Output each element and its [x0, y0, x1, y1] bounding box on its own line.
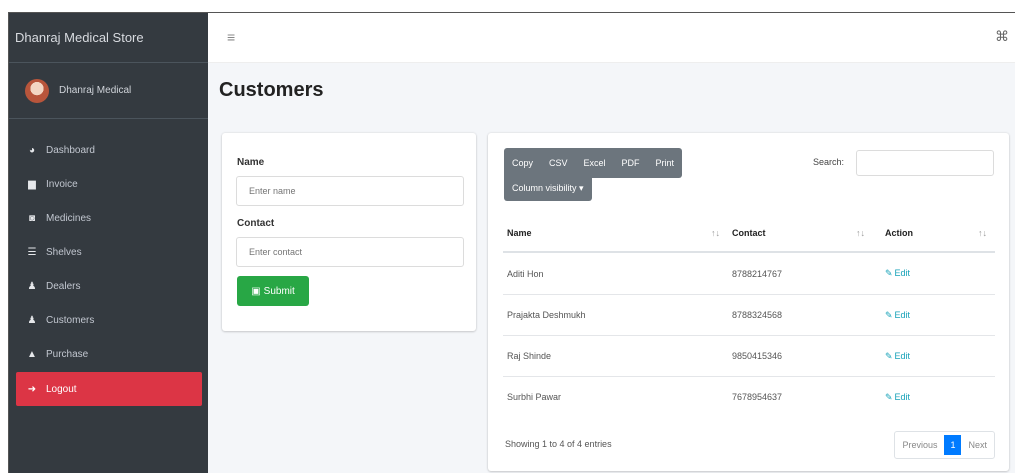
cell-contact: 8788324568: [732, 310, 783, 320]
dashboard-icon: ◕: [28, 144, 36, 156]
csv-button[interactable]: CSV: [541, 148, 576, 178]
cell-name: Surbhi Pawar: [507, 392, 562, 402]
shelves-icon: ☰: [27, 246, 37, 258]
edit-icon: ✎: [885, 309, 893, 320]
column-header-label: Name: [507, 228, 532, 238]
edit-label: Edit: [894, 350, 911, 361]
edit-link[interactable]: ✎ Edit: [873, 392, 995, 403]
search-input[interactable]: [856, 150, 994, 176]
edit-icon: ✎: [885, 391, 893, 402]
table-row: Aditi Hon 8788214767 ✎ Edit: [503, 253, 995, 294]
menu-toggle-icon[interactable]: ≡: [227, 29, 235, 45]
sort-icon: ↑↓: [856, 228, 865, 238]
sidebar-item-label: Medicines: [46, 212, 92, 224]
sidebar-nav: ◕ Dashboard ▆ Invoice ◙ Medicines ☰ Shel…: [9, 119, 208, 406]
column-visibility-button[interactable]: Column visibility ▾: [504, 175, 592, 201]
user-panel: Dhanraj Medical: [9, 63, 208, 119]
export-button-group: Copy CSV Excel PDF Print: [504, 148, 683, 178]
content-area: Customers Name Contact ▣ Submit Copy CSV…: [208, 63, 1015, 473]
cell-name: Aditi Hon: [507, 268, 544, 279]
purchase-icon: ▲: [27, 348, 37, 360]
column-header-label: Contact: [732, 228, 766, 238]
next-button[interactable]: Next: [961, 432, 994, 458]
column-header-name[interactable]: Name ↑↓: [503, 228, 728, 238]
name-label: Name: [237, 157, 265, 168]
contact-input[interactable]: [236, 237, 464, 267]
sidebar-item-purchase[interactable]: ▲ Purchase: [9, 337, 208, 371]
cell-contact: 9850415346: [732, 351, 783, 361]
table-row: Prajakta Deshmukh 8788324568 ✎ Edit: [503, 294, 995, 335]
sidebar-item-medicines[interactable]: ◙ Medicines: [9, 201, 208, 235]
edit-label: Edit: [894, 268, 911, 278]
table-row: Surbhi Pawar 7678954637 ✎ Edit: [503, 376, 995, 417]
medicines-icon: ◙: [28, 212, 36, 224]
cell-contact: 8788214767: [732, 268, 783, 279]
sidebar-item-label: Customers: [46, 314, 95, 326]
sidebar-item-logout[interactable]: ➜ Logout: [16, 372, 202, 406]
print-button[interactable]: Print: [648, 148, 683, 178]
cell-name: Raj Shinde: [507, 351, 552, 361]
edit-label: Edit: [894, 309, 911, 320]
table-info: Showing 1 to 4 of 4 entries: [505, 439, 612, 449]
column-header-label: Action: [885, 228, 913, 238]
customer-form-card: Name Contact ▣ Submit: [222, 133, 476, 331]
sidebar-item-label: Invoice: [46, 178, 78, 190]
copy-button[interactable]: Copy: [504, 148, 541, 178]
search-label: Search:: [813, 157, 845, 167]
sidebar-item-customers[interactable]: ♟ Customers: [9, 303, 208, 337]
sidebar-item-invoice[interactable]: ▆ Invoice: [9, 167, 208, 201]
topbar: ≡ ⌘: [208, 13, 1015, 63]
submit-label: Submit: [263, 285, 295, 297]
edit-icon: ✎: [885, 268, 893, 278]
sort-icon: ↑↓: [978, 228, 987, 238]
previous-button[interactable]: Previous: [895, 432, 944, 458]
sidebar-item-dealers[interactable]: ♟ Dealers: [9, 269, 208, 303]
name-input[interactable]: [236, 176, 464, 206]
submit-button[interactable]: ▣ Submit: [237, 276, 309, 306]
sort-asc-icon: ↑↓: [711, 228, 720, 238]
app-frame: Dhanraj Medical Store Dhanraj Medical ◕ …: [8, 12, 1015, 473]
sidebar-item-label: Purchase: [46, 348, 89, 360]
contact-label: Contact: [237, 218, 275, 229]
avatar: [25, 78, 49, 103]
user-name[interactable]: Dhanraj Medical: [59, 85, 131, 96]
sidebar-item-label: Shelves: [46, 246, 82, 258]
logout-icon: ➜: [27, 383, 37, 395]
pdf-button[interactable]: PDF: [614, 148, 648, 178]
cell-name: Prajakta Deshmukh: [507, 310, 586, 320]
sidebar-item-dashboard[interactable]: ◕ Dashboard: [9, 133, 208, 167]
table-header-row: Name ↑↓ Contact ↑↓ Action ↑↓: [503, 215, 995, 253]
save-icon: ▣: [251, 285, 261, 297]
column-header-contact[interactable]: Contact ↑↓: [728, 228, 873, 238]
sidebar-item-label: Dashboard: [46, 144, 95, 156]
customers-table-card: Copy CSV Excel PDF Print Column visibili…: [488, 133, 1009, 471]
dealers-icon: ♟: [27, 280, 37, 292]
edit-label: Edit: [894, 391, 911, 402]
sidebar-item-shelves[interactable]: ☰ Shelves: [9, 235, 208, 269]
edit-link[interactable]: ✎ Edit: [873, 310, 995, 321]
edit-icon: ✎: [885, 350, 893, 361]
sidebar-item-label: Logout: [46, 383, 77, 395]
pagination: Previous 1 Next: [894, 431, 995, 459]
sidebar: Dhanraj Medical Store Dhanraj Medical ◕ …: [9, 13, 208, 473]
brand-link[interactable]: Dhanraj Medical Store: [9, 13, 208, 63]
sidebar-item-label: Dealers: [46, 280, 81, 292]
page-title: Customers: [219, 79, 324, 101]
fullscreen-icon[interactable]: ⌘: [995, 28, 1009, 45]
invoice-icon: ▆: [28, 178, 36, 190]
column-header-action[interactable]: Action ↑↓: [873, 228, 995, 238]
cell-contact: 7678954637: [732, 392, 783, 402]
page-1-button[interactable]: 1: [944, 435, 962, 455]
excel-button[interactable]: Excel: [576, 148, 614, 178]
customers-icon: ♟: [27, 314, 37, 326]
table-row: Raj Shinde 9850415346 ✎ Edit: [503, 335, 995, 376]
edit-link[interactable]: ✎ Edit: [873, 351, 995, 362]
customers-table: Name ↑↓ Contact ↑↓ Action ↑↓ Aditi Hon 8…: [503, 215, 995, 417]
edit-link[interactable]: ✎ Edit: [873, 268, 995, 279]
